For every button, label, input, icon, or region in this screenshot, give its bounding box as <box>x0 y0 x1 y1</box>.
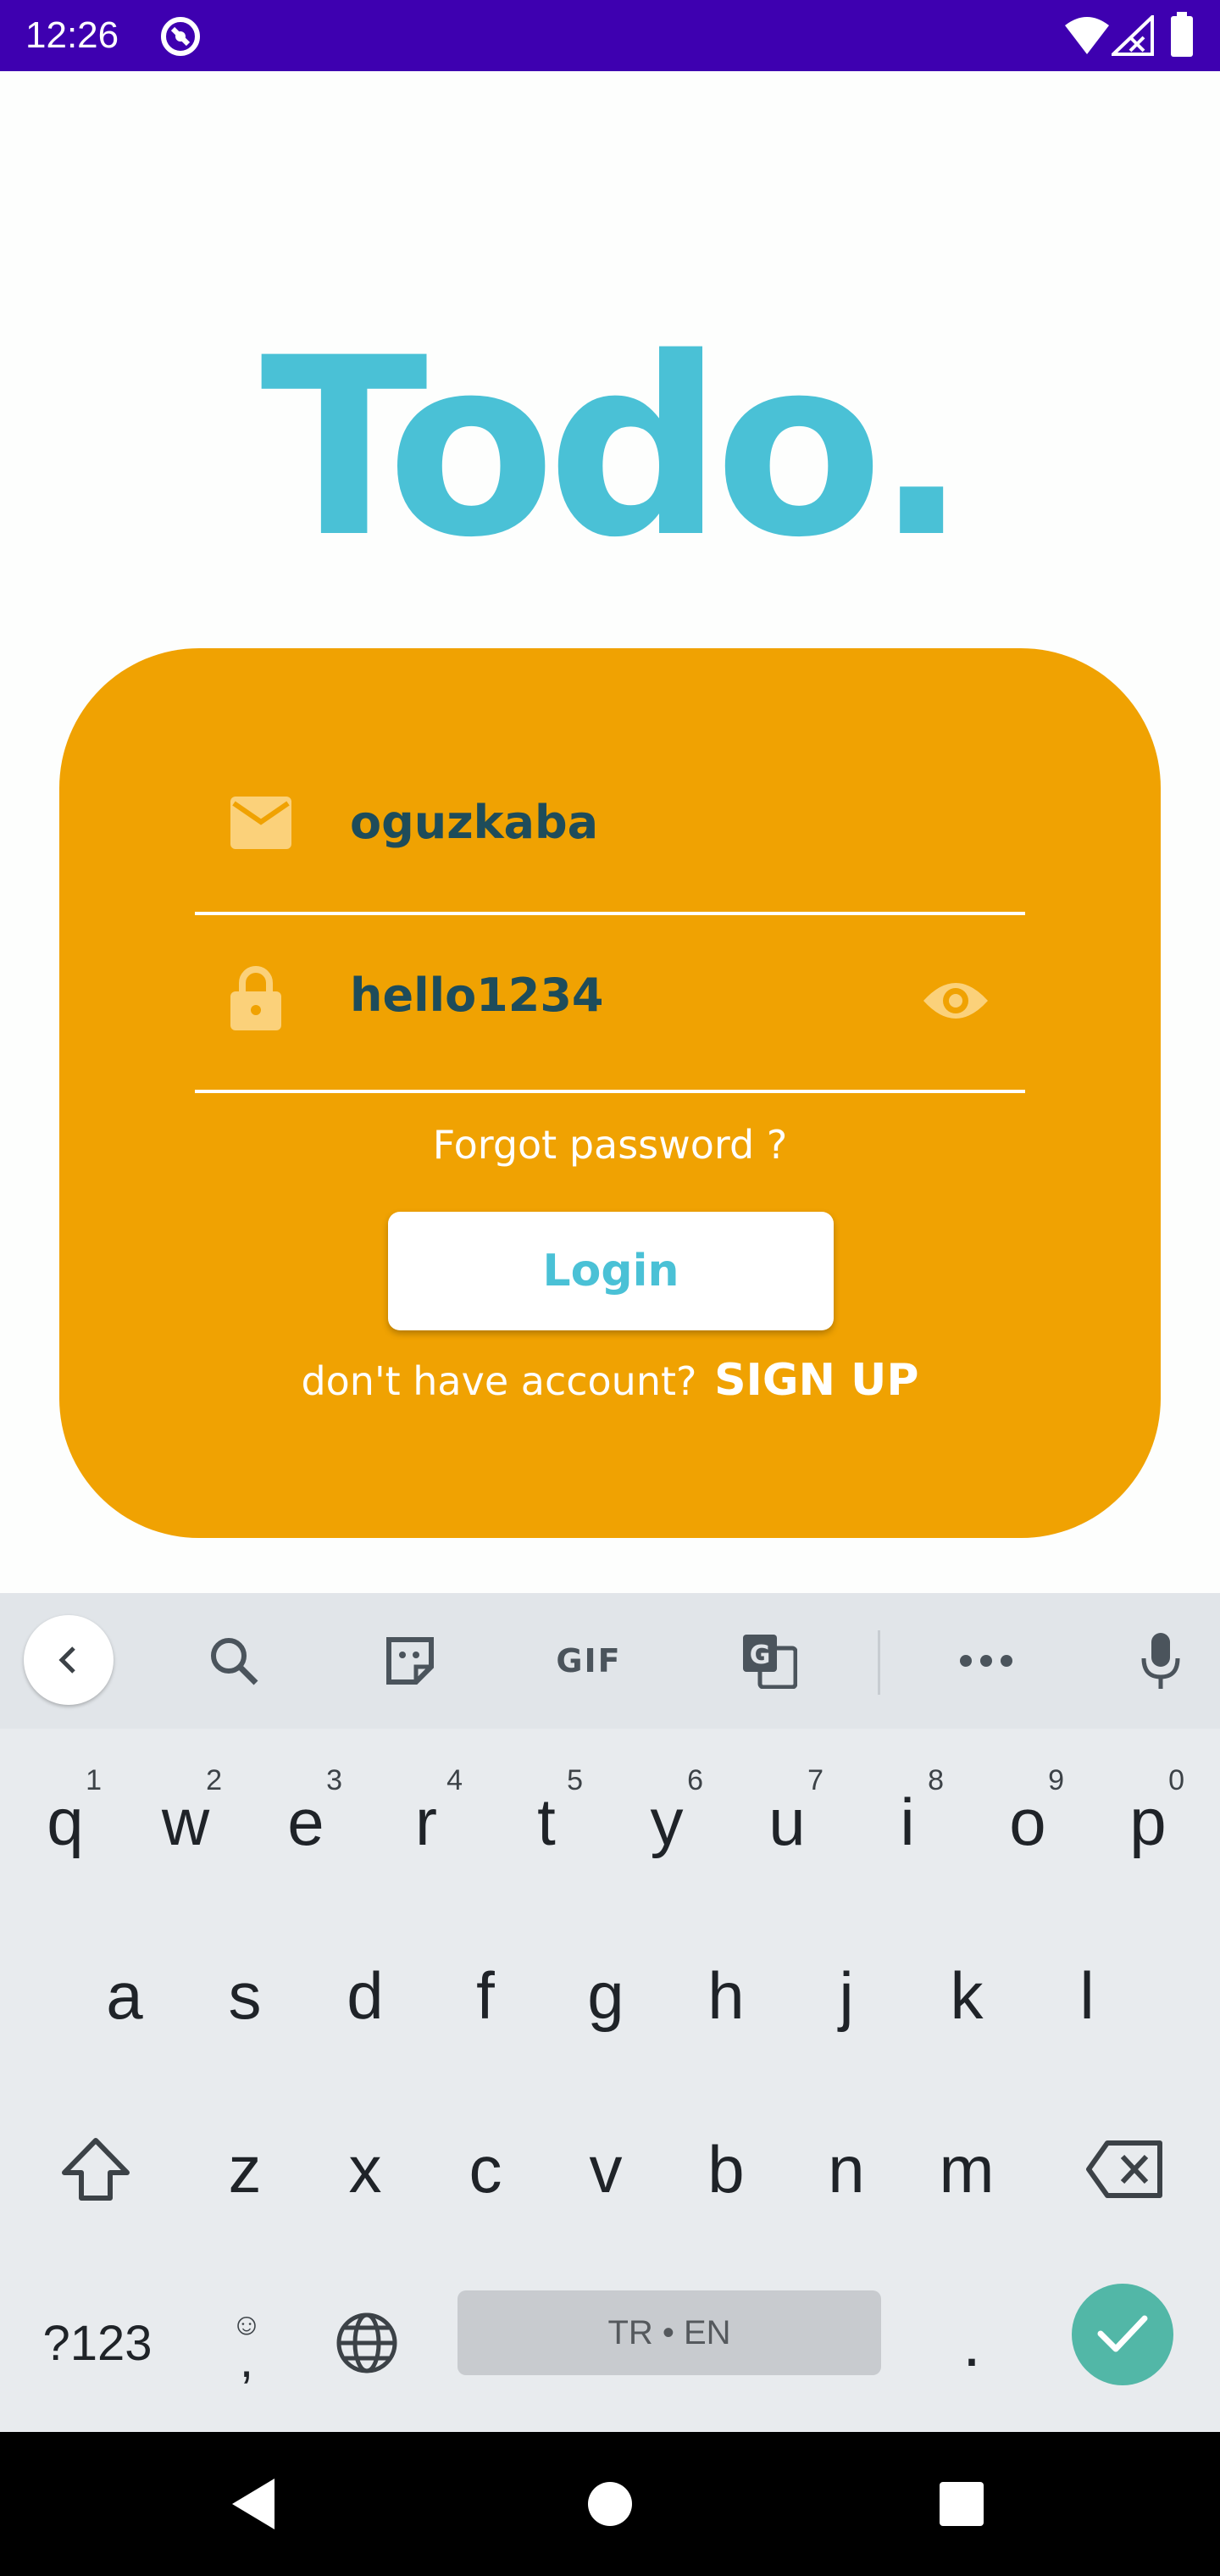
key[interactable]: n <box>791 2093 901 2246</box>
eye-icon[interactable] <box>922 977 990 1028</box>
wifi-icon <box>1063 15 1111 59</box>
emoji-comma-key[interactable]: ☺ , <box>191 2267 302 2419</box>
key[interactable]: a <box>69 1919 180 2072</box>
more-icon[interactable] <box>952 1627 1020 1695</box>
login-card: oguzkaba hello1234 Forgot password ? Log… <box>59 648 1161 1538</box>
key[interactable]: c <box>430 2093 541 2246</box>
key[interactable]: d <box>310 1919 420 2072</box>
email-underline <box>195 912 1025 915</box>
key[interactable]: w2 <box>130 1746 241 1898</box>
lock-icon <box>230 966 281 1034</box>
password-value: hello1234 <box>350 969 604 1022</box>
keyboard: GIF G q1 w2 e3 r4 t5 y6 u7 i8 o9 p 0 a s… <box>0 1593 1220 2432</box>
period-key[interactable]: . <box>917 2267 1027 2419</box>
key[interactable]: u7 <box>732 1746 842 1898</box>
toolbar-divider <box>878 1630 880 1695</box>
key[interactable]: s <box>190 1919 300 2072</box>
key[interactable]: q1 <box>10 1746 120 1898</box>
key[interactable]: g <box>551 1919 661 2072</box>
back-icon[interactable] <box>24 1615 114 1705</box>
signal-icon <box>1109 13 1154 59</box>
key[interactable]: o9 <box>973 1746 1083 1898</box>
translate-icon[interactable]: G <box>735 1627 803 1695</box>
backspace-icon[interactable] <box>1069 2093 1179 2246</box>
email-value: oguzkaba <box>350 796 599 849</box>
forgot-password-link[interactable]: Forgot password ? <box>59 1119 1161 1170</box>
key[interactable]: h <box>671 1919 781 2072</box>
key[interactable]: b <box>671 2093 781 2246</box>
password-underline <box>195 1090 1025 1093</box>
sticker-icon[interactable] <box>376 1627 444 1695</box>
signup-link[interactable]: SIGN UP <box>714 1355 918 1406</box>
back-triangle-icon[interactable] <box>220 2470 288 2538</box>
enter-key[interactable] <box>1072 2284 1173 2385</box>
recents-square-icon[interactable] <box>928 2470 995 2538</box>
shift-icon[interactable] <box>41 2093 151 2246</box>
search-icon[interactable] <box>200 1627 268 1695</box>
status-bar: 12:26 <box>0 0 1220 71</box>
key[interactable]: r4 <box>371 1746 481 1898</box>
password-field[interactable]: hello1234 <box>195 919 1025 1093</box>
key[interactable]: y6 <box>612 1746 722 1898</box>
login-button[interactable]: Login <box>388 1212 834 1330</box>
key[interactable]: i8 <box>852 1746 962 1898</box>
no-account-text: don't have account? <box>301 1358 697 1404</box>
home-circle-icon[interactable] <box>576 2470 644 2538</box>
app-notification-icon <box>159 15 202 61</box>
mic-icon[interactable] <box>1127 1627 1195 1695</box>
key[interactable]: p0 <box>1093 1746 1203 1898</box>
key[interactable]: l <box>1032 1919 1142 2072</box>
navigation-bar <box>0 2432 1220 2576</box>
battery-icon <box>1169 12 1195 61</box>
key[interactable]: x <box>310 2093 420 2246</box>
space-bar[interactable]: TR • EN <box>458 2290 881 2375</box>
status-time: 12:26 <box>25 14 119 56</box>
key[interactable]: t5 <box>491 1746 602 1898</box>
svg-text:G: G <box>750 1641 771 1670</box>
globe-icon[interactable] <box>312 2267 422 2419</box>
key[interactable]: z <box>190 2093 300 2246</box>
email-field[interactable]: oguzkaba <box>195 746 1025 915</box>
key[interactable]: j <box>791 1919 901 2072</box>
signup-prompt: don't have account? SIGN UP <box>59 1353 1161 1408</box>
key[interactable]: v <box>551 2093 661 2246</box>
key[interactable]: m <box>912 2093 1022 2246</box>
symbols-key[interactable]: ?123 <box>25 2267 169 2419</box>
mail-icon <box>230 797 291 852</box>
key[interactable]: f <box>430 1919 541 2072</box>
app-title: Todo. <box>260 306 968 591</box>
gif-button[interactable]: GIF <box>551 1627 627 1695</box>
keyboard-toolbar: GIF G <box>0 1593 1220 1729</box>
key[interactable]: k <box>912 1919 1022 2072</box>
key[interactable]: e3 <box>251 1746 361 1898</box>
check-icon <box>1097 2312 1148 2357</box>
